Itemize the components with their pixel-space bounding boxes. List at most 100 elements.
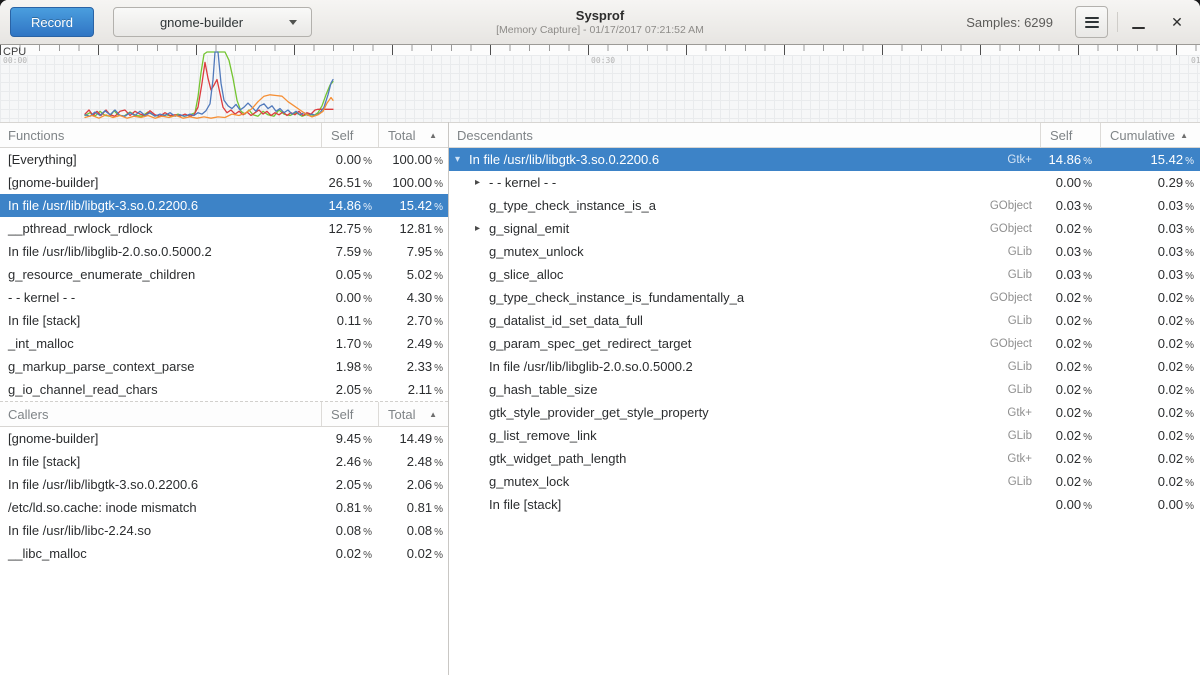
self-percent-value: 7.59 — [336, 244, 361, 259]
descendant-row[interactable]: g_param_spec_get_redirect_targetGObject0… — [449, 332, 1200, 355]
self-percent: 9.45% — [321, 431, 378, 446]
descendant-row[interactable]: ▸g_signal_emitGObject0.02%0.03% — [449, 217, 1200, 240]
descendant-row[interactable]: g_list_remove_linkGLib0.02%0.02% — [449, 424, 1200, 447]
self-percent: 2.05% — [321, 477, 378, 492]
descendant-name: In file /usr/lib/libglib-2.0.so.0.5000.2 — [489, 359, 693, 374]
descendant-row[interactable]: In file /usr/lib/libglib-2.0.so.0.5000.2… — [449, 355, 1200, 378]
minimize-icon — [1132, 27, 1145, 29]
function-row[interactable]: g_io_channel_read_chars2.05%2.11% — [0, 378, 448, 401]
descendants-self-column-header[interactable]: Self — [1040, 123, 1100, 147]
caller-row[interactable]: In file /usr/lib/libgtk-3.so.0.2200.62.0… — [0, 473, 448, 496]
descendant-row[interactable]: ▾In file /usr/lib/libgtk-3.so.0.2200.6Gt… — [449, 148, 1200, 171]
descendant-row[interactable]: gtk_widget_path_lengthGtk+0.02%0.02% — [449, 447, 1200, 470]
cumulative-percent-value: 0.02 — [1158, 313, 1183, 328]
function-row[interactable]: [Everything]0.00%100.00% — [0, 148, 448, 171]
function-row[interactable]: _int_malloc1.70%2.49% — [0, 332, 448, 355]
percent-sign: % — [1083, 340, 1092, 351]
descendant-name: In file /usr/lib/libgtk-3.so.0.2200.6 — [469, 152, 659, 167]
caller-row[interactable]: __libc_malloc0.02%0.02% — [0, 542, 448, 565]
self-percent: 0.02% — [1040, 451, 1100, 466]
descendant-row[interactable]: g_type_check_instance_is_aGObject0.03%0.… — [449, 194, 1200, 217]
descendants-cumulative-column-header[interactable]: Cumulative ▲ — [1100, 123, 1200, 147]
percent-sign: % — [363, 271, 372, 282]
function-row[interactable]: g_resource_enumerate_children0.05%5.02% — [0, 263, 448, 286]
descendant-row[interactable]: g_mutex_lockGLib0.02%0.02% — [449, 470, 1200, 493]
function-row[interactable]: In file [stack]0.11%2.70% — [0, 309, 448, 332]
headerbar-separator — [1117, 12, 1118, 32]
descendant-name: g_hash_table_size — [489, 382, 597, 397]
function-row-name: _int_malloc — [0, 336, 321, 351]
close-icon: ✕ — [1171, 15, 1183, 29]
cpu-timeline[interactable]: CPU 00:0000:3001:00 — [0, 45, 1200, 122]
percent-sign: % — [1083, 478, 1092, 489]
functions-total-column-header[interactable]: Total ▲ — [378, 123, 448, 147]
descendant-row[interactable]: In file [stack]0.00%0.00% — [449, 493, 1200, 516]
descendants-column-header[interactable]: Descendants — [449, 128, 1040, 143]
record-button[interactable]: Record — [10, 7, 94, 37]
expander-icon[interactable]: ▾ — [455, 154, 469, 165]
total-percent-value: 5.02 — [407, 267, 432, 282]
caller-row[interactable]: In file [stack]2.46%2.48% — [0, 450, 448, 473]
library-tag: GLib — [1008, 315, 1040, 327]
self-percent-value: 0.08 — [336, 523, 361, 538]
sysprof-window: Record gnome-builder Sysprof [Memory Cap… — [0, 0, 1200, 675]
cumulative-percent-value: 0.29 — [1158, 175, 1183, 190]
caller-row[interactable]: /etc/ld.so.cache: inode mismatch0.81%0.8… — [0, 496, 448, 519]
close-button[interactable]: ✕ — [1163, 6, 1191, 38]
callers-column-header[interactable]: Callers — [0, 407, 321, 422]
self-percent: 0.11% — [321, 313, 378, 328]
descendant-name-cell: g_mutex_unlock — [449, 244, 1008, 259]
descendant-row[interactable]: gtk_style_provider_get_style_property Gtk… — [449, 401, 1200, 424]
descendant-row[interactable]: g_mutex_unlockGLib0.03%0.03% — [449, 240, 1200, 263]
percent-sign: % — [434, 179, 443, 190]
function-row[interactable]: [gnome-builder]26.51%100.00% — [0, 171, 448, 194]
total-percent: 15.42% — [378, 198, 448, 213]
caller-row[interactable]: [gnome-builder]9.45%14.49% — [0, 427, 448, 450]
percent-sign: % — [434, 435, 443, 446]
descendant-row[interactable]: ▸- - kernel - -0.00%0.29% — [449, 171, 1200, 194]
callers-self-column-header[interactable]: Self — [321, 402, 378, 426]
descendant-name: g_mutex_lock — [489, 474, 569, 489]
self-percent-value: 0.02 — [1056, 382, 1081, 397]
expander-icon[interactable]: ▸ — [475, 223, 489, 234]
callers-header: Callers Self Total ▲ — [0, 401, 448, 427]
cumulative-percent-value: 0.02 — [1158, 290, 1183, 305]
self-percent: 2.46% — [321, 454, 378, 469]
self-percent: 0.05% — [321, 267, 378, 282]
header-bar: Record gnome-builder Sysprof [Memory Cap… — [0, 0, 1200, 45]
chevron-down-icon — [289, 20, 297, 25]
caller-row[interactable]: In file /usr/lib/libc-2.24.so0.08%0.08% — [0, 519, 448, 542]
descendant-row[interactable]: g_slice_allocGLib0.03%0.03% — [449, 263, 1200, 286]
menu-button[interactable] — [1075, 6, 1108, 38]
descendant-row[interactable]: g_hash_table_sizeGLib0.02%0.02% — [449, 378, 1200, 401]
percent-sign: % — [1185, 455, 1194, 466]
total-percent: 100.00% — [378, 152, 448, 167]
minimize-button[interactable] — [1124, 6, 1152, 38]
expander-icon[interactable]: ▸ — [475, 177, 489, 188]
self-percent-value: 0.02 — [1056, 359, 1081, 374]
total-percent-value: 0.02 — [407, 546, 432, 561]
descendant-name: g_datalist_id_set_data_full — [489, 313, 643, 328]
self-percent: 0.02% — [1040, 336, 1100, 351]
function-row[interactable]: g_markup_parse_context_parse1.98%2.33% — [0, 355, 448, 378]
self-percent-value: 0.11 — [337, 313, 361, 328]
function-row[interactable]: - - kernel - -0.00%4.30% — [0, 286, 448, 309]
function-row[interactable]: __pthread_rwlock_rdlock12.75%12.81% — [0, 217, 448, 240]
cumulative-percent-value: 0.03 — [1158, 198, 1183, 213]
descendant-name: gtk_style_provider_get_style_property — [489, 405, 709, 420]
cumulative-percent-value: 0.03 — [1158, 221, 1183, 236]
descendant-row[interactable]: g_datalist_id_set_data_fullGLib0.02%0.02… — [449, 309, 1200, 332]
callers-total-column-header[interactable]: Total ▲ — [378, 402, 448, 426]
descendant-name-cell: g_list_remove_link — [449, 428, 1008, 443]
percent-sign: % — [434, 248, 443, 259]
library-tag: Gtk+ — [1007, 407, 1040, 419]
descendant-row[interactable]: g_type_check_instance_is_fundamentally_a… — [449, 286, 1200, 309]
function-row[interactable]: In file /usr/lib/libglib-2.0.so.0.5000.2… — [0, 240, 448, 263]
functions-column-header[interactable]: Functions — [0, 128, 321, 143]
function-row[interactable]: In file /usr/lib/libgtk-3.so.0.2200.614.… — [0, 194, 448, 217]
percent-sign: % — [1083, 225, 1092, 236]
target-process-dropdown[interactable]: gnome-builder — [113, 7, 312, 37]
percent-sign: % — [1083, 179, 1092, 190]
functions-self-column-header[interactable]: Self — [321, 123, 378, 147]
total-percent-value: 7.95 — [407, 244, 432, 259]
